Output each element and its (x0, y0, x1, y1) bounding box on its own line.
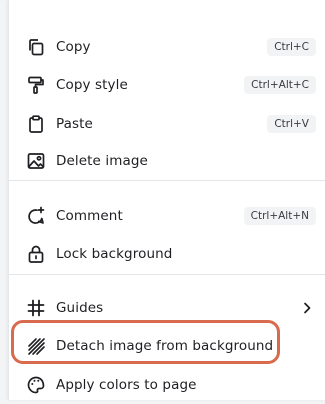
clipboard-icon (25, 113, 47, 135)
menu-item-label: Copy (56, 39, 91, 55)
shortcut-badge: Ctrl+V (267, 115, 316, 133)
detach-icon (25, 335, 47, 357)
menu-divider (9, 180, 325, 181)
grid-icon (25, 297, 47, 319)
menu-item-label: Copy style (56, 77, 128, 93)
menu-item-copy[interactable]: Copy Ctrl+C (9, 28, 325, 66)
context-menu: Copy Ctrl+C Copy style Ctrl+Alt+C Paste … (8, 0, 325, 400)
menu-divider (9, 274, 325, 275)
palette-icon (25, 374, 47, 396)
chevron-right-icon (304, 302, 311, 314)
paint-roller-icon (25, 74, 47, 96)
image-icon (25, 150, 47, 172)
menu-item-comment[interactable]: Comment Ctrl+Alt+N (9, 197, 325, 235)
shortcut-badge: Ctrl+Alt+N (243, 207, 316, 225)
menu-item-label: Apply colors to page (56, 377, 197, 393)
copy-icon (25, 36, 47, 58)
menu-item-label: Lock background (56, 246, 173, 262)
shortcut-badge: Ctrl+C (267, 38, 316, 56)
menu-item-paste[interactable]: Paste Ctrl+V (9, 105, 325, 143)
menu-item-detach-image[interactable]: Detach image from background (9, 327, 325, 365)
menu-item-label: Comment (56, 208, 123, 224)
menu-item-label: Paste (56, 116, 93, 132)
menu-item-label: Delete image (56, 153, 148, 169)
menu-item-lock-background[interactable]: Lock background (9, 235, 325, 273)
comment-plus-icon (25, 205, 47, 227)
menu-item-guides[interactable]: Guides (9, 289, 325, 327)
shortcut-badge: Ctrl+Alt+C (244, 76, 316, 94)
menu-item-label: Guides (56, 300, 104, 316)
lock-icon (25, 243, 47, 265)
menu-item-label: Detach image from background (56, 338, 274, 354)
menu-item-apply-colors[interactable]: Apply colors to page (9, 366, 325, 404)
menu-item-copy-style[interactable]: Copy style Ctrl+Alt+C (9, 66, 325, 104)
menu-item-delete-image[interactable]: Delete image (9, 142, 325, 180)
